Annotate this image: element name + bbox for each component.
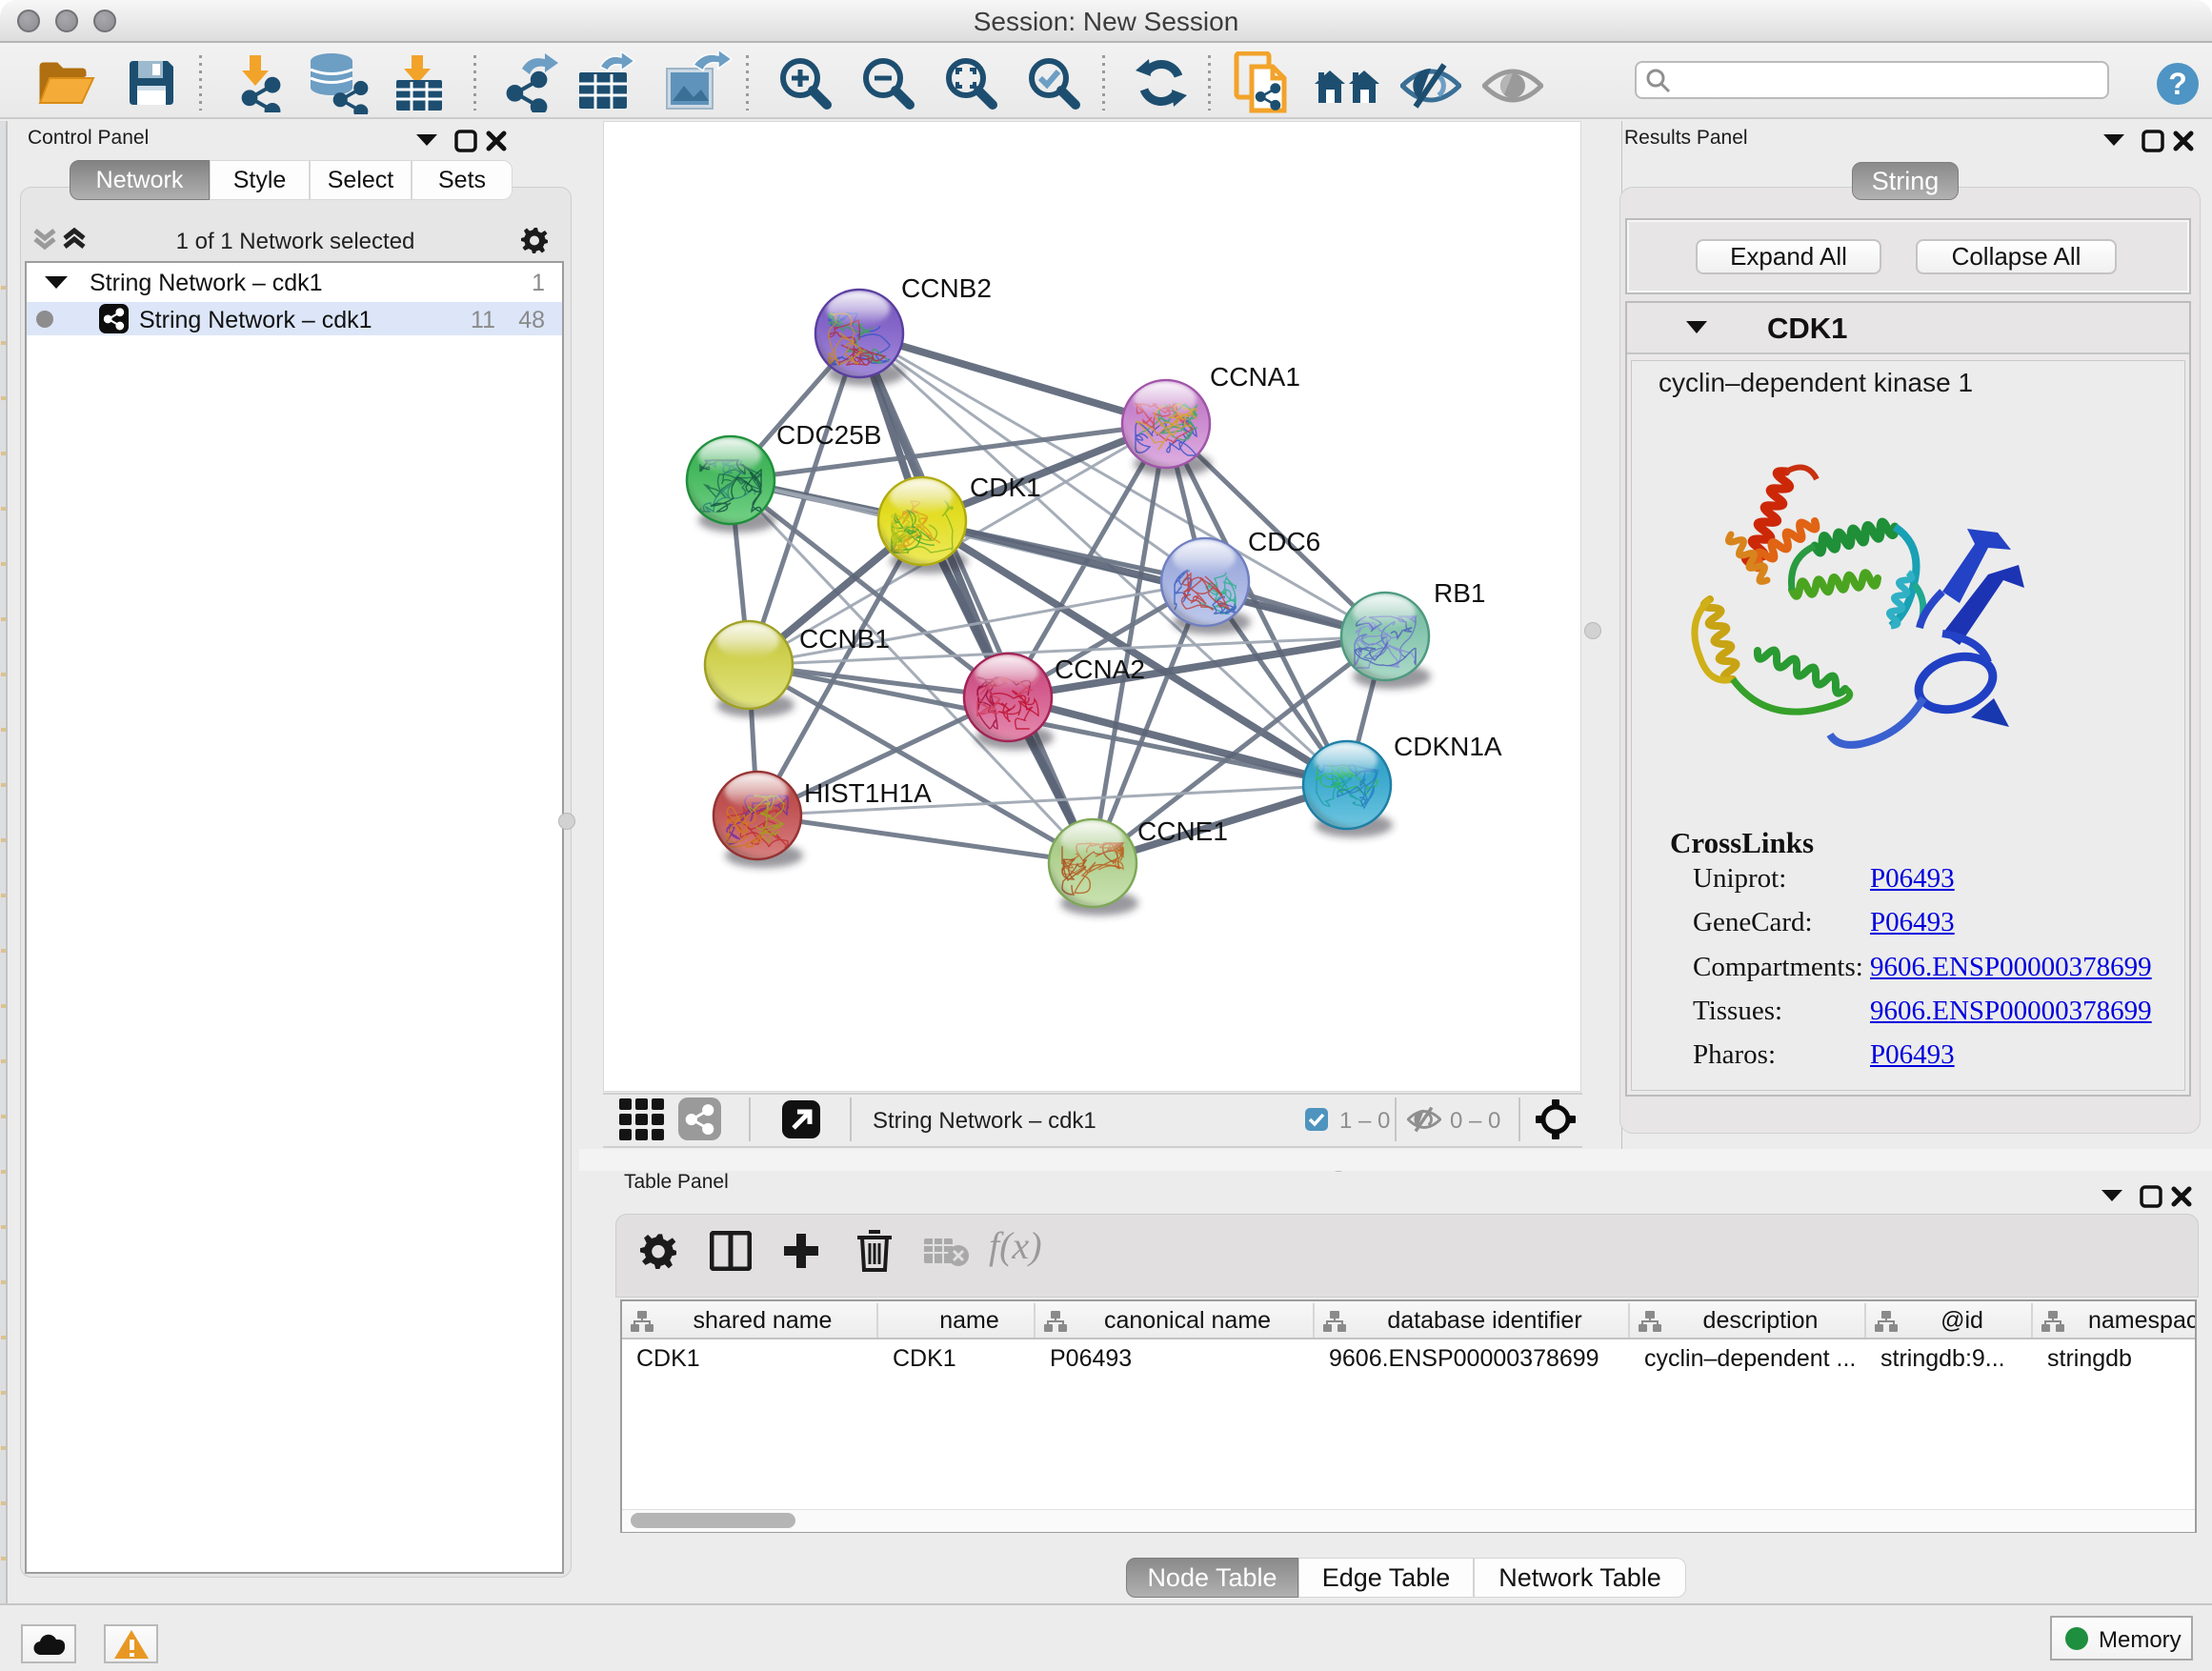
svg-text:CDK1: CDK1	[970, 473, 1041, 502]
svg-text:CCNA2: CCNA2	[1055, 654, 1145, 684]
svg-text:CCNB2: CCNB2	[901, 273, 992, 303]
svg-text:CCNE1: CCNE1	[1137, 816, 1228, 846]
svg-text:CCNA1: CCNA1	[1210, 362, 1300, 392]
svg-text:CDC25B: CDC25B	[776, 420, 881, 450]
svg-text:HIST1H1A: HIST1H1A	[804, 778, 932, 808]
svg-text:CCNB1: CCNB1	[799, 624, 890, 654]
svg-text:CDKN1A: CDKN1A	[1394, 732, 1502, 761]
svg-text:RB1: RB1	[1434, 578, 1485, 608]
svg-text:CDC6: CDC6	[1248, 527, 1320, 556]
